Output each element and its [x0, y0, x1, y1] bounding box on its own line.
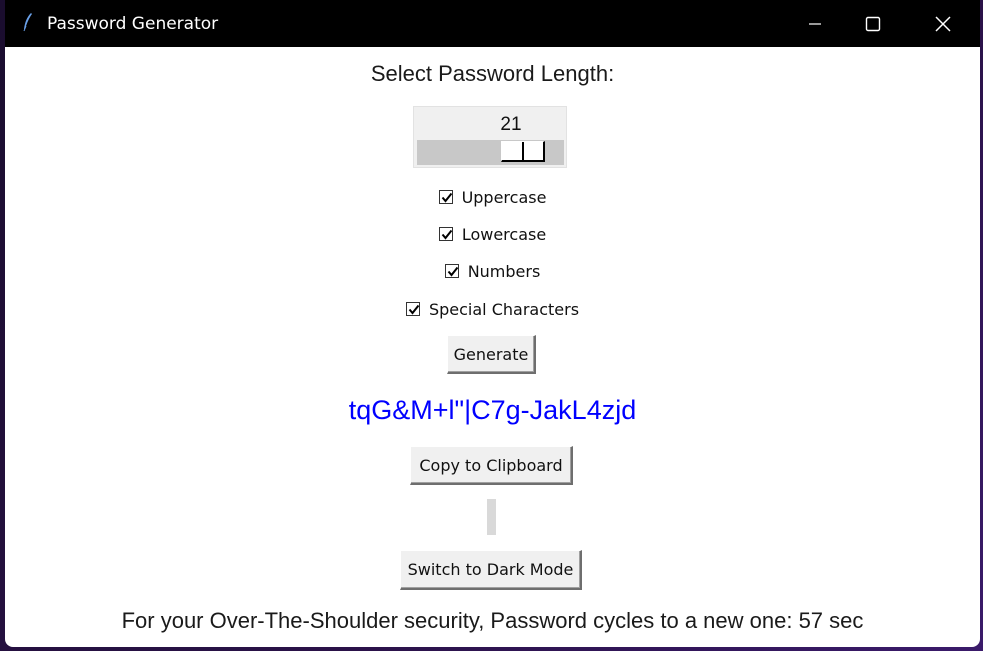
- option-lowercase[interactable]: Lowercase: [5, 222, 980, 246]
- slider-thumb[interactable]: [501, 141, 545, 162]
- checkmark-icon: [408, 304, 420, 315]
- option-special-characters[interactable]: Special Characters: [5, 297, 980, 321]
- option-numbers[interactable]: Numbers: [5, 259, 980, 283]
- minimize-icon: [809, 22, 821, 25]
- slider-trough[interactable]: [417, 140, 564, 165]
- maximize-button[interactable]: [843, 0, 903, 47]
- option-uppercase[interactable]: Uppercase: [5, 185, 980, 209]
- length-label: Select Password Length:: [370, 61, 615, 86]
- main-content: Select Password Length: 21 Uppercase Low…: [5, 47, 980, 647]
- copy-to-clipboard-button[interactable]: Copy to Clipboard: [410, 446, 573, 485]
- numbers-checkbox[interactable]: [444, 264, 459, 278]
- close-icon: [935, 15, 951, 32]
- minimize-button[interactable]: [785, 0, 845, 47]
- generated-password: tqG&M+l"|C7g-JakL4zjd: [348, 395, 637, 425]
- close-button[interactable]: [913, 0, 973, 47]
- window-title: Password Generator: [47, 14, 219, 34]
- special-characters-checkbox[interactable]: [405, 302, 420, 316]
- lowercase-checkbox[interactable]: [438, 227, 453, 241]
- title-bar[interactable]: Password Generator: [5, 0, 980, 47]
- maximize-icon: [865, 16, 881, 31]
- uppercase-label: Uppercase: [461, 187, 547, 207]
- feather-icon: [23, 13, 32, 32]
- app-window: Password Generator Select Password Lengt…: [5, 0, 980, 647]
- uppercase-checkbox[interactable]: [438, 190, 453, 204]
- length-slider[interactable]: 21: [413, 106, 567, 168]
- checkmark-icon: [441, 229, 453, 240]
- lowercase-label: Lowercase: [461, 224, 547, 244]
- numbers-label: Numbers: [467, 261, 541, 281]
- dark-mode-button[interactable]: Switch to Dark Mode: [400, 550, 582, 590]
- cycle-timer-text: For your Over-The-Shoulder security, Pas…: [121, 608, 864, 633]
- generate-button[interactable]: Generate: [447, 335, 536, 374]
- length-value: 21: [500, 114, 522, 135]
- checkmark-icon: [447, 266, 458, 277]
- strength-indicator: [487, 499, 496, 535]
- checkmark-icon: [441, 192, 452, 203]
- special-characters-label: Special Characters: [428, 299, 580, 319]
